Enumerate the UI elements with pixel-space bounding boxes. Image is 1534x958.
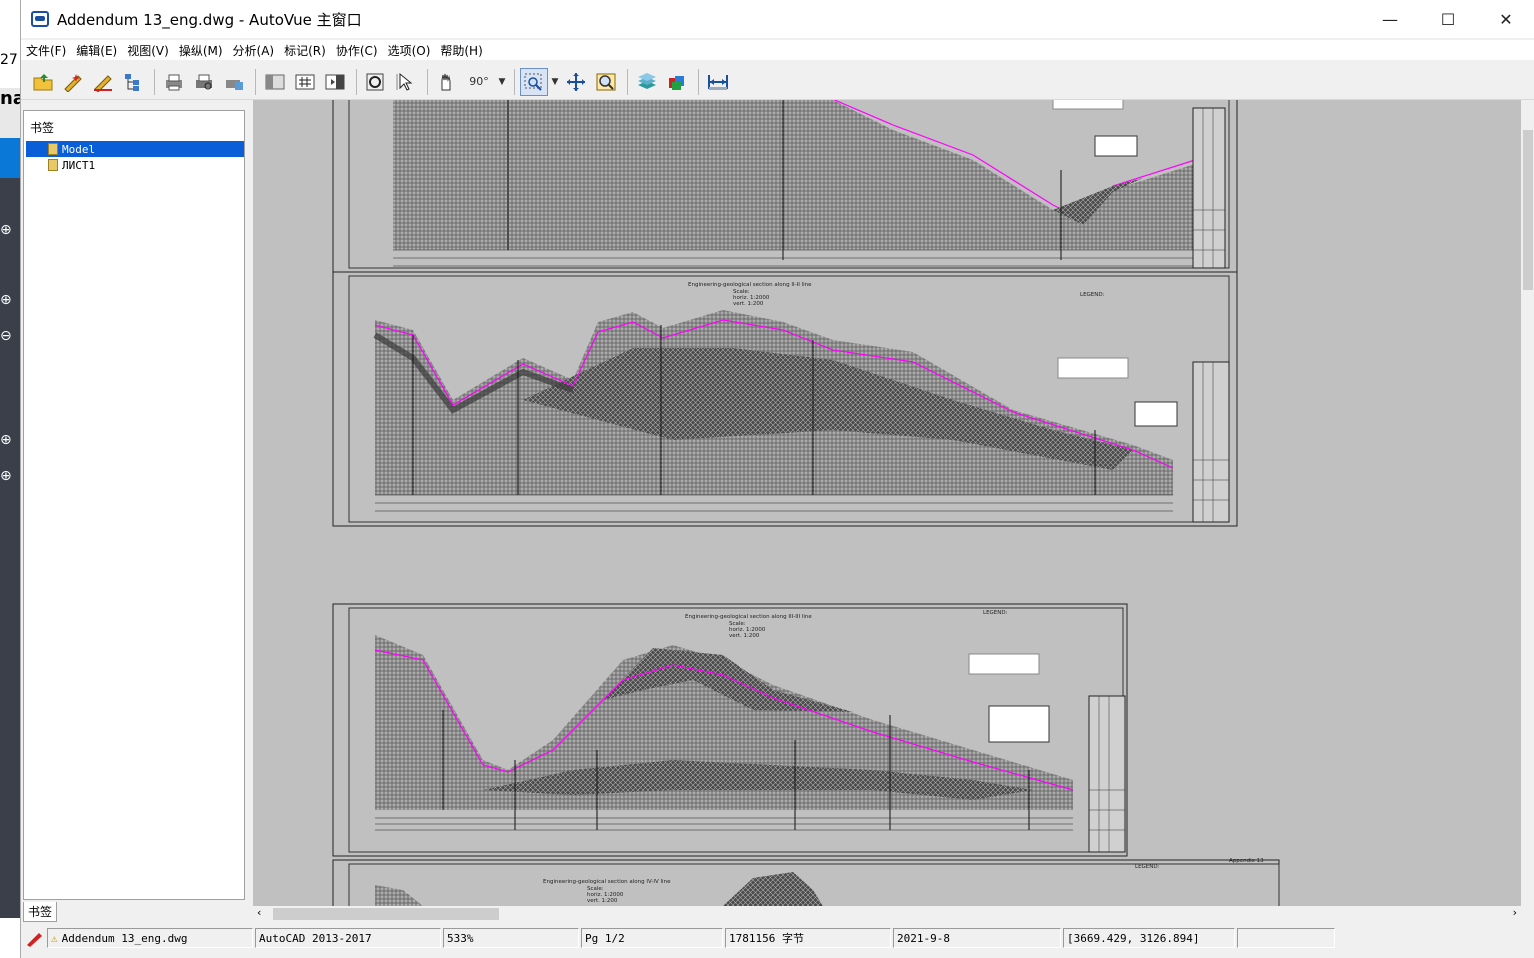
zoom-extents-icon[interactable] xyxy=(562,68,590,96)
vertical-scroll-thumb[interactable] xyxy=(1523,130,1533,290)
print-setup-icon[interactable] xyxy=(220,68,248,96)
menu-collaborate[interactable]: 协作(C) xyxy=(331,42,383,59)
section-title-iv: Engineering-geological section along IV-… xyxy=(543,879,671,885)
minimize-button[interactable]: — xyxy=(1361,0,1419,38)
menu-edit[interactable]: 编辑(E) xyxy=(71,42,122,59)
background-band xyxy=(0,178,20,918)
grid-icon[interactable] xyxy=(291,68,319,96)
sheet-4: Engineering-geological section along IV-… xyxy=(332,858,1280,906)
select-icon[interactable] xyxy=(392,68,420,96)
page-icon[interactable] xyxy=(321,68,349,96)
collapse-icon: ⊖ xyxy=(0,328,12,344)
menu-analyze[interactable]: 分析(A) xyxy=(228,42,280,59)
chevron-down-icon[interactable]: ▼ xyxy=(497,68,507,96)
background-window-strip: 27 na ⊕ ⊕ ⊖ ⊕ ⊕ xyxy=(0,0,25,958)
rotate-icon[interactable]: 90° xyxy=(463,68,495,96)
bookmark-tree: Model ЛИСТ1 xyxy=(26,141,244,173)
legend-title: LEGEND: xyxy=(1080,292,1105,298)
expand-icon: ⊕ xyxy=(0,292,12,308)
status-zoom: 533% xyxy=(443,928,579,948)
menu-help[interactable]: 帮助(H) xyxy=(435,42,487,59)
panel-icon[interactable] xyxy=(261,68,289,96)
bookmarks-panel: 书签 Model ЛИСТ1 xyxy=(23,110,245,900)
expand-icon: ⊕ xyxy=(0,432,12,448)
print-icon[interactable] xyxy=(160,68,188,96)
markup-status-icon[interactable] xyxy=(21,927,47,949)
status-bar: ⚠ Addendum 13_eng.dwg AutoCAD 2013-2017 … xyxy=(21,926,1534,950)
measure-icon[interactable] xyxy=(704,68,732,96)
status-file: Addendum 13_eng.dwg xyxy=(61,931,188,945)
menu-file[interactable]: 文件(F) xyxy=(21,42,71,59)
zoom-fit-icon[interactable] xyxy=(362,68,390,96)
rotate-label: 90° xyxy=(469,75,489,88)
bookmark-item-label: Model xyxy=(62,142,96,156)
sheet-1 xyxy=(332,100,1238,273)
status-file-cell: ⚠ Addendum 13_eng.dwg xyxy=(47,928,253,948)
background-text-fragment: 27 xyxy=(0,52,18,68)
close-button[interactable]: ✕ xyxy=(1477,0,1534,38)
menu-options[interactable]: 选项(O) xyxy=(383,42,436,59)
scroll-right-icon[interactable]: › xyxy=(1513,906,1517,919)
drawing-svg: Engineering-geological section along II-… xyxy=(332,100,1280,906)
bookmark-item-model[interactable]: Model xyxy=(26,141,244,157)
maximize-button[interactable]: ☐ xyxy=(1419,0,1477,38)
sheet-2: Engineering-geological section along II-… xyxy=(332,271,1238,527)
print-preview-icon[interactable] xyxy=(190,68,218,96)
sheet-icon xyxy=(48,143,58,155)
status-page: Pg 1/2 xyxy=(581,928,723,948)
status-format: AutoCAD 2013-2017 xyxy=(255,928,441,948)
horizontal-scrollbar[interactable]: ‹ › xyxy=(253,906,1521,922)
bookmark-item-sheet1[interactable]: ЛИСТ1 xyxy=(26,157,244,173)
background-text-fragment: na xyxy=(0,88,25,138)
status-empty xyxy=(1237,928,1335,948)
drawing-canvas[interactable]: Engineering-geological section along II-… xyxy=(253,100,1521,906)
autovue-app-icon xyxy=(31,11,49,27)
expand-icon: ⊕ xyxy=(0,222,12,238)
main-toolbar: 90° ▼ ▼ xyxy=(21,64,1534,100)
layers-icon[interactable] xyxy=(633,68,661,96)
status-date: 2021-9-8 xyxy=(893,928,1061,948)
open-icon[interactable] xyxy=(29,68,57,96)
warning-icon: ⚠ xyxy=(51,931,58,945)
status-coords: [3669.429, 3126.894] xyxy=(1063,928,1235,948)
3d-icon[interactable] xyxy=(663,68,691,96)
magnifier-icon[interactable] xyxy=(592,68,620,96)
menu-bar: 文件(F) 编辑(E) 视图(V) 操纵(M) 分析(A) 标记(R) 协作(C… xyxy=(21,40,1534,60)
markup-icon[interactable] xyxy=(59,68,87,96)
section-title-ii: Engineering-geological section along II-… xyxy=(688,282,812,288)
vertical-scrollbar[interactable] xyxy=(1521,100,1534,922)
sheet-number: Appendix 13 xyxy=(1229,858,1264,864)
zoom-window-icon[interactable] xyxy=(520,67,548,96)
autovue-window: Addendum 13_eng.dwg - AutoVue 主窗口 — ☐ ✕ … xyxy=(20,0,1534,958)
legend-title: LEGEND: xyxy=(1135,864,1160,870)
sheet-3: Engineering-geological section along III… xyxy=(332,603,1128,857)
chevron-down-icon[interactable]: ▼ xyxy=(550,68,560,96)
pan-icon[interactable] xyxy=(433,68,461,96)
sheet-icon xyxy=(48,159,58,171)
vert-scale: vert. 1:200 xyxy=(729,633,760,639)
menu-manipulate[interactable]: 操纵(M) xyxy=(174,42,228,59)
section-title-iii: Engineering-geological section along III… xyxy=(685,614,812,620)
edit-icon[interactable] xyxy=(89,68,117,96)
expand-icon: ⊕ xyxy=(0,468,12,484)
horizontal-scroll-thumb[interactable] xyxy=(273,908,499,920)
background-band xyxy=(0,138,20,178)
status-size: 1781156 字节 xyxy=(725,928,891,948)
bookmark-item-label: ЛИСТ1 xyxy=(62,158,96,172)
menu-view[interactable]: 视图(V) xyxy=(122,42,174,59)
title-bar: Addendum 13_eng.dwg - AutoVue 主窗口 — ☐ ✕ xyxy=(21,0,1534,38)
vert-scale: vert. 1:200 xyxy=(733,301,764,307)
vert-scale: vert. 1:200 xyxy=(587,898,618,904)
legend-title: LEGEND: xyxy=(983,610,1008,616)
scroll-left-icon[interactable]: ‹ xyxy=(257,906,261,919)
menu-markup[interactable]: 标记(R) xyxy=(279,42,331,59)
tab-bookmarks[interactable]: 书签 xyxy=(23,902,57,922)
window-title: Addendum 13_eng.dwg - AutoVue 主窗口 xyxy=(57,10,362,29)
tree-icon[interactable] xyxy=(119,68,147,96)
bookmarks-title: 书签 xyxy=(30,121,55,135)
